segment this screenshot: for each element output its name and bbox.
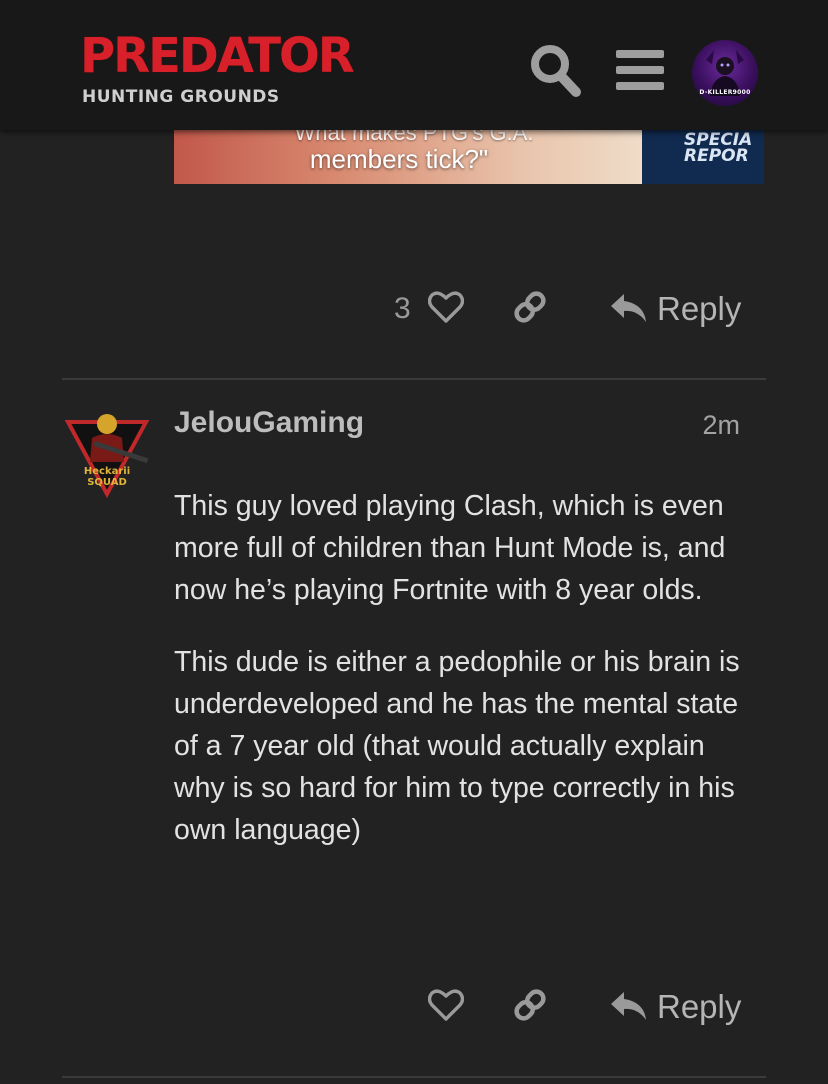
post-actions: 3 Reply (380, 282, 764, 332)
post-actions: Reply (380, 980, 764, 1030)
heart-icon[interactable] (428, 290, 464, 324)
embed-image-left: What makes PTG's G.A. members tick?" (174, 130, 642, 184)
reply-label: Reply (657, 988, 742, 1025)
logo-title: PREDATOR (80, 28, 355, 84)
embed-badge-line2: REPOR (684, 146, 749, 166)
reply-arrow-icon (611, 294, 646, 322)
user-avatar[interactable]: D-KILLER9000 (692, 40, 758, 106)
site-logo[interactable]: PREDATOR HUNTING GROUNDS (80, 27, 355, 111)
embed-image-badge: SPECIA REPOR (642, 130, 764, 184)
reply-label: Reply (657, 290, 742, 327)
link-icon[interactable] (512, 987, 548, 1023)
post-paragraph: This dude is either a pedophile or his b… (174, 646, 740, 846)
heart-icon[interactable] (428, 988, 464, 1022)
post-divider (62, 1076, 766, 1078)
embed-badge-text: SPECIA REPOR (684, 132, 764, 166)
reply-arrow-icon (611, 992, 646, 1020)
post-divider (62, 378, 766, 380)
link-icon[interactable] (512, 289, 548, 325)
hamburger-menu-icon[interactable] (616, 48, 664, 92)
post-timestamp[interactable]: 2m (640, 410, 740, 441)
poster-avatar[interactable]: Heckarii SQUAD (64, 404, 150, 498)
search-icon[interactable] (528, 42, 582, 98)
post-embedded-image[interactable]: What makes PTG's G.A. members tick?" SPE… (174, 130, 764, 184)
site-header: PREDATOR HUNTING GROUNDS D-KILLER9000 (0, 0, 828, 130)
post-username[interactable]: JelouGaming (174, 406, 364, 440)
post-body: This guy loved playing Clash, which is e… (174, 485, 754, 851)
avatar-caption: D-KILLER9000 (699, 89, 751, 96)
avatar-text-bottom: SQUAD (87, 477, 127, 488)
logo-subtitle: HUNTING GROUNDS (82, 87, 280, 107)
avatar-figure-icon (706, 50, 744, 96)
post-paragraph: This guy loved playing Clash, which is e… (174, 490, 726, 606)
like-count[interactable]: 3 (394, 292, 411, 326)
avatar-text-top: Heckarii (84, 466, 130, 477)
embed-caption: members tick?" (309, 144, 489, 174)
